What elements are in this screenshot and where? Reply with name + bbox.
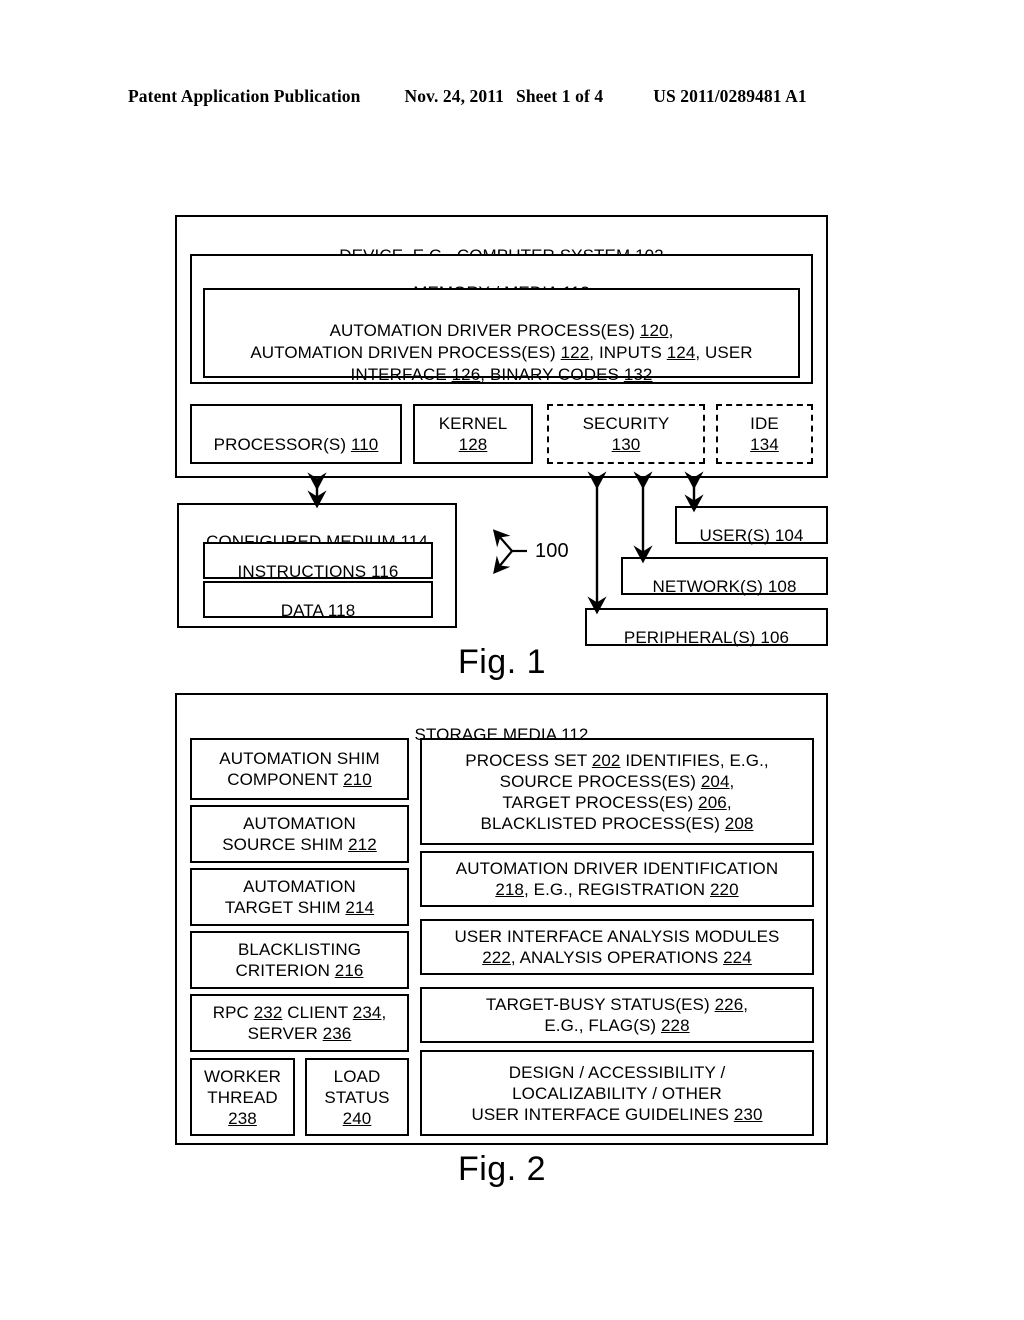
automation-source-shim-label: AUTOMATION SOURCE SHIM 212 (222, 814, 377, 854)
figure1-caption: Fig. 1 (457, 643, 547, 681)
peripherals-box: PERIPHERAL(S) 106 (585, 608, 828, 647)
target-busy-status-box: TARGET-BUSY STATUS(ES) 226, E.G., FLAG(S… (420, 987, 814, 1043)
data-box: DATA 118 (203, 581, 433, 620)
blacklisting-criterion-label: BLACKLISTING CRITERION 216 (235, 940, 364, 980)
publication-header: Patent Application Publication Nov. 24, … (128, 86, 896, 107)
figure2-caption: Fig. 2 (457, 1150, 547, 1188)
ui-analysis-modules-label: USER INTERFACE ANALYSIS MODULES 222, ANA… (454, 927, 780, 967)
peripherals-box-label: PERIPHERAL(S) 106 (623, 628, 790, 647)
automation-driver-identification-box: AUTOMATION DRIVER IDENTIFICATION 218, E.… (420, 851, 814, 907)
processes-box-line-3: INTERFACE 126, BINARY CODES 132 (350, 365, 653, 384)
instructions-box: INSTRUCTIONS 116 (203, 542, 433, 581)
process-set-box: PROCESS SET 202 IDENTIFIES, E.G., SOURCE… (420, 738, 814, 845)
automation-source-shim-box: AUTOMATION SOURCE SHIM 212 (190, 805, 409, 863)
kernel-box: KERNEL 128 (413, 404, 533, 464)
automation-target-shim-label: AUTOMATION TARGET SHIM 214 (224, 877, 375, 917)
ide-box: IDE 134 (716, 404, 813, 464)
ide-box-label: IDE 134 (750, 414, 779, 454)
load-status-label: LOAD STATUS 240 (324, 1066, 390, 1128)
sheet-number: Sheet 1 of 4 (515, 86, 604, 106)
automation-target-shim-box: AUTOMATION TARGET SHIM 214 (190, 868, 409, 926)
system-100-label: 100 (535, 540, 569, 562)
networks-box-label: NETWORK(S) 108 (652, 577, 797, 596)
patent-number: US 2011/0289481 A1 (653, 86, 807, 106)
instructions-box-label: INSTRUCTIONS 116 (237, 561, 399, 581)
automation-shim-component-box: AUTOMATION SHIM COMPONENT 210 (190, 738, 409, 800)
kernel-box-label: KERNEL 128 (438, 414, 508, 454)
publication-title: Patent Application Publication (128, 86, 361, 106)
worker-thread-box: WORKER THREAD 238 (190, 1058, 295, 1136)
process-set-label: PROCESS SET 202 IDENTIFIES, E.G., SOURCE… (465, 750, 769, 833)
worker-thread-label: WORKER THREAD 238 (203, 1066, 282, 1128)
publication-date: Nov. 24, 2011 (404, 86, 504, 106)
security-box: SECURITY 130 (547, 404, 705, 464)
automation-driver-identification-label: AUTOMATION DRIVER IDENTIFICATION 218, E.… (455, 859, 779, 899)
processor-box-label: PROCESSOR(S) 110 (213, 435, 379, 454)
data-box-label: DATA 118 (280, 600, 356, 620)
target-busy-status-label: TARGET-BUSY STATUS(ES) 226, E.G., FLAG(S… (485, 995, 749, 1035)
processor-box: PROCESSOR(S) 110 (190, 404, 402, 464)
networks-box: NETWORK(S) 108 (621, 557, 828, 596)
security-box-label: SECURITY 130 (582, 414, 670, 454)
ui-analysis-modules-box: USER INTERFACE ANALYSIS MODULES 222, ANA… (420, 919, 814, 975)
users-box: USER(S) 104 (675, 506, 828, 545)
device-box-label: DEVICE, E.G., COMPUTER SYSTEM 102 (180, 224, 823, 265)
ui-guidelines-label: DESIGN / ACCESSIBILITY / LOCALIZABILITY … (471, 1062, 763, 1124)
rpc-box-label: RPC 232 CLIENT 234, SERVER 236 (212, 1003, 387, 1043)
automation-shim-component-label: AUTOMATION SHIM COMPONENT 210 (219, 749, 380, 789)
load-status-box: LOAD STATUS 240 (305, 1058, 409, 1136)
users-box-label: USER(S) 104 (699, 526, 804, 545)
rpc-box: RPC 232 CLIENT 234, SERVER 236 (190, 994, 409, 1052)
blacklisting-criterion-box: BLACKLISTING CRITERION 216 (190, 931, 409, 989)
ui-guidelines-box: DESIGN / ACCESSIBILITY / LOCALIZABILITY … (420, 1050, 814, 1136)
memory-media-label: MEMORY / MEDIA 112 (195, 261, 808, 302)
